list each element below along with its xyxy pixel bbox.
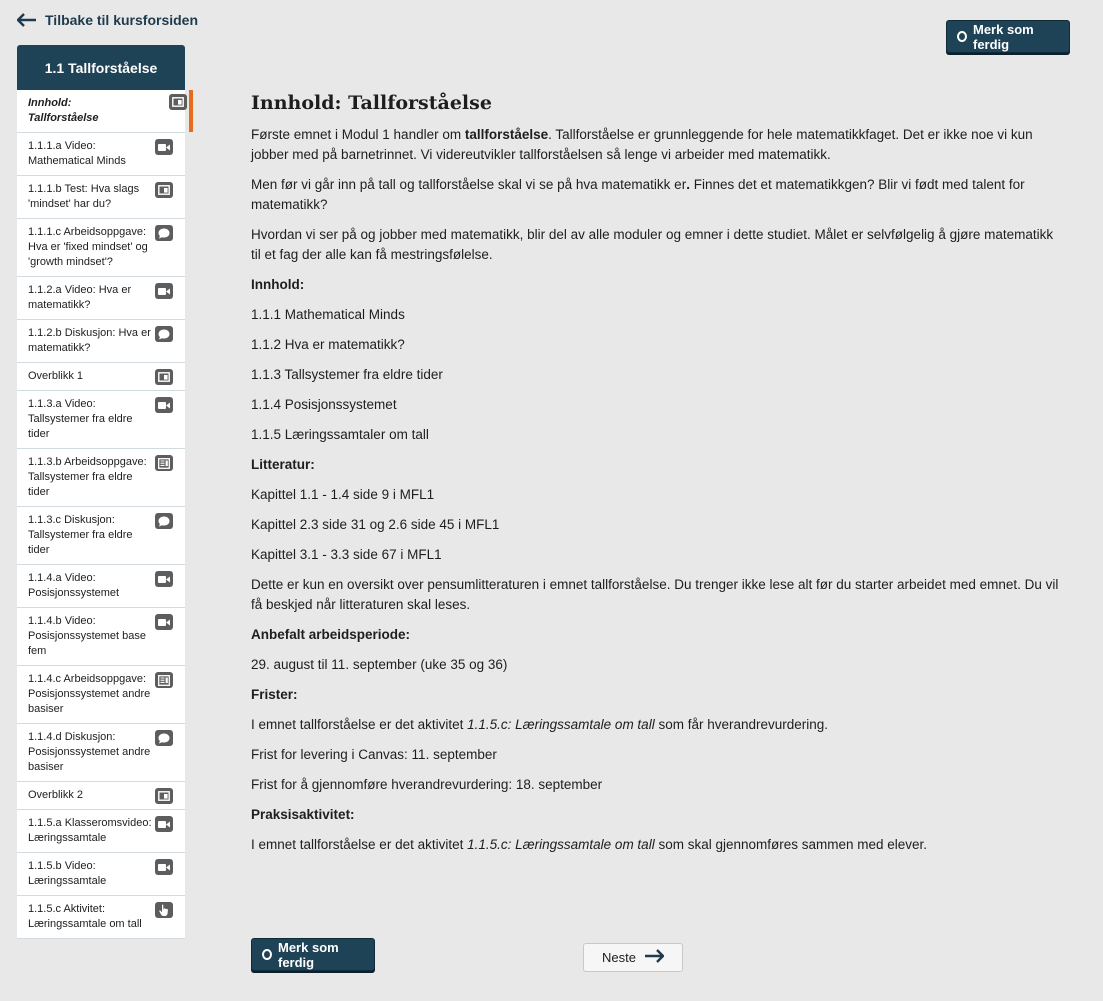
innhold-item: 1.1.3 Tallsystemer fra eldre tider xyxy=(251,367,443,382)
arrow-right-icon xyxy=(644,949,665,966)
document-icon xyxy=(155,672,173,688)
page-icon xyxy=(169,94,187,110)
sidebar-item-label: Overblikk 2 xyxy=(28,789,84,801)
sidebar-item-label: 1.1.5.a Klasseromsvideo: Læringssamtale xyxy=(28,817,152,844)
sidebar-item[interactable]: 1.1.4.c Arbeidsoppgave: Posisjonssysteme… xyxy=(17,666,185,724)
document-icon xyxy=(155,455,173,471)
sidebar-item-label: 1.1.1.c Arbeidsoppgave: Hva er 'fixed mi… xyxy=(28,226,148,268)
innhold-item: 1.1.2 Hva er matematikk? xyxy=(251,337,405,352)
sidebar-item[interactable]: 1.1.3.b Arbeidsoppgave: Tallsystemer fra… xyxy=(17,449,185,507)
sidebar-item-label: 1.1.5.c Aktivitet: Læringssamtale om tal… xyxy=(28,903,142,930)
next-label: Neste xyxy=(602,950,636,965)
video-icon xyxy=(155,859,173,875)
intro-paragraph-1: Første emnet i Modul 1 handler om tallfo… xyxy=(251,127,1033,162)
circle-icon xyxy=(957,31,967,42)
hand-icon xyxy=(155,902,173,918)
back-link-label: Tilbake til kursforsiden xyxy=(45,12,199,28)
litteratur-note: Dette er kun en oversikt over pensumlitt… xyxy=(251,577,1059,612)
page-title: Innhold: Tallforståelse xyxy=(251,92,492,114)
video-icon xyxy=(155,571,173,587)
sidebar-item-label: Innhold: Tallforståelse xyxy=(28,97,99,124)
mark-done-label: Merk som ferdig xyxy=(973,21,1034,52)
sidebar-item[interactable]: Overblikk 2 xyxy=(17,782,185,810)
module-sidebar: 1.1 Tallforståelse Innhold: Tallforståel… xyxy=(17,45,193,939)
sidebar-item[interactable]: 1.1.3.c Diskusjon: Tallsystemer fra eldr… xyxy=(17,507,185,565)
sidebar-item[interactable]: 1.1.2.b Diskusjon: Hva er matematikk? xyxy=(17,320,185,363)
frister-text-3: Frist for å gjennomføre hverandrevurderi… xyxy=(251,777,603,792)
page-icon xyxy=(155,369,173,385)
sidebar-item[interactable]: 1.1.1.b Test: Hva slags 'mindset' har du… xyxy=(17,176,185,219)
page-icon xyxy=(155,788,173,804)
innhold-item: 1.1.1 Mathematical Minds xyxy=(251,307,405,322)
frister-text-1: I emnet tallforståelse er det aktivitet … xyxy=(251,717,829,732)
sidebar-title: 1.1 Tallforståelse xyxy=(17,45,185,90)
video-icon xyxy=(155,139,173,155)
sidebar-item[interactable]: 1.1.5.a Klasseromsvideo: Læringssamtale xyxy=(17,810,185,853)
sidebar-item[interactable]: 1.1.5.c Aktivitet: Læringssamtale om tal… xyxy=(17,896,185,939)
sidebar-item-label: 1.1.1.b Test: Hva slags 'mindset' har du… xyxy=(28,183,140,210)
litteratur-item: Kapittel 2.3 side 31 og 2.6 side 45 i MF… xyxy=(251,517,500,532)
sidebar-item[interactable]: 1.1.1.a Video: Mathematical Minds xyxy=(17,133,185,176)
innhold-item: 1.1.5 Læringssamtaler om tall xyxy=(251,427,429,442)
frister-text-2: Frist for levering i Canvas: 11. septemb… xyxy=(251,747,497,762)
back-to-course-link[interactable]: Tilbake til kursforsiden xyxy=(17,12,198,28)
sidebar-item-label: 1.1.2.b Diskusjon: Hva er matematikk? xyxy=(28,327,151,354)
mark-done-label: Merk som ferdig xyxy=(278,939,339,970)
innhold-heading: Innhold: xyxy=(251,277,305,292)
sidebar-item-label: 1.1.3.b Arbeidsoppgave: Tallsystemer fra… xyxy=(28,456,147,498)
sidebar-item[interactable]: 1.1.5.b Video: Læringssamtale xyxy=(17,853,185,896)
arrow-left-icon xyxy=(17,13,37,27)
video-icon xyxy=(155,397,173,413)
next-button[interactable]: Neste xyxy=(583,943,683,972)
sidebar-item-label: 1.1.4.c Arbeidsoppgave: Posisjonssysteme… xyxy=(28,673,151,715)
sidebar-item-label: 1.1.4.a Video: Posisjonssystemet xyxy=(28,572,120,599)
chat-icon xyxy=(155,225,173,241)
praksis-text: I emnet tallforståelse er det aktivitet … xyxy=(251,837,928,852)
sidebar-item-label: 1.1.3.c Diskusjon: Tallsystemer fra eldr… xyxy=(28,514,133,556)
sidebar-item-label: 1.1.4.b Video: Posisjonssystemet base fe… xyxy=(28,615,146,657)
sidebar-item[interactable]: 1.1.4.a Video: Posisjonssystemet xyxy=(17,565,185,608)
page-icon xyxy=(155,182,173,198)
chat-icon xyxy=(155,730,173,746)
video-icon xyxy=(155,614,173,630)
sidebar-item-label: 1.1.5.b Video: Læringssamtale xyxy=(28,860,107,887)
intro-paragraph-2: Men før vi går inn på tall og tallforstå… xyxy=(251,177,1025,212)
chat-icon xyxy=(155,326,173,342)
frister-heading: Frister: xyxy=(251,687,298,702)
sidebar-nav-list: Innhold: Tallforståelse 1.1.1.a Video: Ma… xyxy=(17,90,193,939)
intro-paragraph-3: Hvordan vi ser på og jobber med matemati… xyxy=(251,227,1054,262)
sidebar-item-label: 1.1.3.a Video: Tallsystemer fra eldre ti… xyxy=(28,398,133,440)
chat-icon xyxy=(155,513,173,529)
sidebar-item[interactable]: 1.1.2.a Video: Hva er matematikk? xyxy=(17,277,185,320)
main-content: Innhold: Tallforståelse Første emnet i M… xyxy=(251,90,1061,865)
periode-text: 29. august til 11. september (uke 35 og … xyxy=(251,657,508,672)
sidebar-item-label: Overblikk 1 xyxy=(28,370,84,382)
sidebar-item[interactable]: 1.1.1.c Arbeidsoppgave: Hva er 'fixed mi… xyxy=(17,219,185,277)
litteratur-item: Kapittel 3.1 - 3.3 side 67 i MFL1 xyxy=(251,547,442,562)
sidebar-item[interactable]: 1.1.4.b Video: Posisjonssystemet base fe… xyxy=(17,608,185,666)
sidebar-item-label: 1.1.1.a Video: Mathematical Minds xyxy=(28,140,126,167)
praksis-heading: Praksisaktivitet: xyxy=(251,807,355,822)
sidebar-item[interactable]: 1.1.3.a Video: Tallsystemer fra eldre ti… xyxy=(17,391,185,449)
sidebar-item[interactable]: Overblikk 1 xyxy=(17,363,185,391)
litteratur-item: Kapittel 1.1 - 1.4 side 9 i MFL1 xyxy=(251,487,435,502)
periode-heading: Anbefalt arbeidsperiode: xyxy=(251,627,411,642)
sidebar-item[interactable]: Innhold: Tallforståelse xyxy=(17,90,193,133)
video-icon xyxy=(155,816,173,832)
video-icon xyxy=(155,283,173,299)
mark-done-button-top[interactable]: Merk som ferdig xyxy=(946,20,1070,53)
mark-done-button-bottom[interactable]: Merk som ferdig xyxy=(251,938,375,971)
sidebar-item-label: 1.1.2.a Video: Hva er matematikk? xyxy=(28,284,132,311)
litteratur-heading: Litteratur: xyxy=(251,457,315,472)
sidebar-item-label: 1.1.4.d Diskusjon: Posisjonssystemet and… xyxy=(28,731,151,773)
sidebar-item[interactable]: 1.1.4.d Diskusjon: Posisjonssystemet and… xyxy=(17,724,185,782)
innhold-item: 1.1.4 Posisjonssystemet xyxy=(251,397,397,412)
circle-icon xyxy=(262,949,272,960)
